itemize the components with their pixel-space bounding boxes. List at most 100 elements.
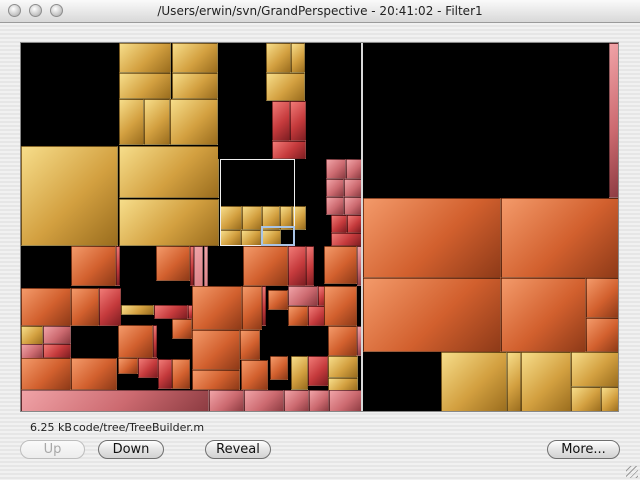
file-block[interactable] <box>290 101 306 141</box>
file-block[interactable] <box>21 146 118 246</box>
file-block[interactable] <box>121 305 154 315</box>
file-block[interactable] <box>21 326 43 346</box>
file-block[interactable] <box>331 215 347 233</box>
file-block[interactable] <box>71 246 116 286</box>
file-block[interactable] <box>326 159 346 179</box>
file-block[interactable] <box>571 352 618 387</box>
file-block[interactable] <box>326 179 344 197</box>
file-block[interactable] <box>601 387 618 411</box>
file-block[interactable] <box>329 390 362 411</box>
file-block[interactable] <box>192 286 242 330</box>
file-block[interactable] <box>291 356 308 390</box>
title-bar: /Users/erwin/svn/GrandPerspective - 20:4… <box>0 0 640 23</box>
more-button[interactable]: More... <box>547 440 620 459</box>
file-block[interactable] <box>243 246 288 286</box>
file-block[interactable] <box>172 359 190 389</box>
file-block[interactable] <box>586 278 618 318</box>
file-block[interactable] <box>192 330 240 370</box>
file-block[interactable] <box>43 344 71 358</box>
file-block[interactable] <box>288 286 318 306</box>
reveal-button[interactable]: Reveal <box>205 440 271 459</box>
file-block[interactable] <box>119 99 144 145</box>
file-block[interactable] <box>363 278 501 352</box>
file-block[interactable] <box>347 215 362 233</box>
file-block[interactable] <box>262 286 266 326</box>
file-block[interactable] <box>291 43 305 73</box>
file-block[interactable] <box>242 286 262 330</box>
file-block[interactable] <box>328 326 357 356</box>
file-block[interactable] <box>288 306 308 326</box>
file-block[interactable] <box>501 278 586 352</box>
file-block[interactable] <box>586 318 618 352</box>
file-block[interactable] <box>119 73 171 99</box>
file-block[interactable] <box>344 179 362 197</box>
map-divider <box>361 43 363 411</box>
empty-space-block <box>363 352 441 411</box>
file-block[interactable] <box>71 288 99 326</box>
file-block[interactable] <box>501 198 618 278</box>
window-title: /Users/erwin/svn/GrandPerspective - 20:4… <box>157 4 483 18</box>
file-block[interactable] <box>172 73 218 99</box>
file-block[interactable] <box>119 43 171 73</box>
empty-space-block <box>218 43 266 159</box>
file-block[interactable] <box>272 101 290 141</box>
file-block[interactable] <box>324 246 357 284</box>
file-block[interactable] <box>266 73 305 101</box>
file-block[interactable] <box>118 358 138 374</box>
file-block[interactable] <box>209 390 244 411</box>
file-block[interactable] <box>331 233 362 246</box>
file-block[interactable] <box>571 387 601 411</box>
file-block[interactable] <box>116 246 120 286</box>
file-block[interactable] <box>326 197 344 215</box>
empty-space-block <box>363 43 609 198</box>
file-block[interactable] <box>241 360 268 390</box>
file-block[interactable] <box>154 305 188 319</box>
file-block[interactable] <box>119 199 219 246</box>
file-block[interactable] <box>268 290 288 310</box>
file-block[interactable] <box>309 390 329 411</box>
file-block[interactable] <box>344 197 362 215</box>
file-block[interactable] <box>99 288 121 326</box>
file-block[interactable] <box>170 99 218 145</box>
file-block[interactable] <box>144 99 170 145</box>
file-block[interactable] <box>244 390 284 411</box>
file-block[interactable] <box>158 359 172 389</box>
empty-space-block <box>21 43 118 146</box>
file-block[interactable] <box>118 325 153 358</box>
file-block[interactable] <box>71 358 117 390</box>
file-block[interactable] <box>21 358 71 390</box>
file-block[interactable] <box>153 325 157 358</box>
selected-item-path: code/tree/TreeBuilder.m <box>73 421 205 434</box>
file-block[interactable] <box>328 356 358 378</box>
file-block[interactable] <box>172 43 218 73</box>
resize-grip-icon[interactable] <box>626 466 638 478</box>
down-button[interactable]: Down <box>98 440 164 459</box>
file-block[interactable] <box>272 141 306 159</box>
file-block[interactable] <box>363 198 501 278</box>
file-block[interactable] <box>288 246 306 286</box>
file-block[interactable] <box>138 358 158 378</box>
file-block[interactable] <box>521 352 571 411</box>
file-block[interactable] <box>284 390 309 411</box>
file-block[interactable] <box>266 43 291 73</box>
file-block[interactable] <box>156 246 190 281</box>
selected-file-highlight <box>261 226 295 246</box>
file-block[interactable] <box>240 330 260 360</box>
file-block[interactable] <box>346 159 362 179</box>
file-block[interactable] <box>507 352 521 411</box>
up-button[interactable]: Up <box>20 440 85 459</box>
file-block[interactable] <box>21 390 209 411</box>
file-block[interactable] <box>441 352 507 411</box>
file-block[interactable] <box>192 370 240 390</box>
selected-item-size: 6.25 kB <box>30 421 72 434</box>
file-block[interactable] <box>308 356 328 386</box>
file-block[interactable] <box>21 288 71 326</box>
file-block[interactable] <box>270 356 288 380</box>
directory-treemap[interactable] <box>20 42 619 412</box>
file-block[interactable] <box>172 319 192 339</box>
file-block[interactable] <box>43 326 71 344</box>
file-block[interactable] <box>609 43 618 198</box>
file-block[interactable] <box>119 146 219 198</box>
file-block[interactable] <box>306 246 314 286</box>
file-block[interactable] <box>324 286 357 326</box>
